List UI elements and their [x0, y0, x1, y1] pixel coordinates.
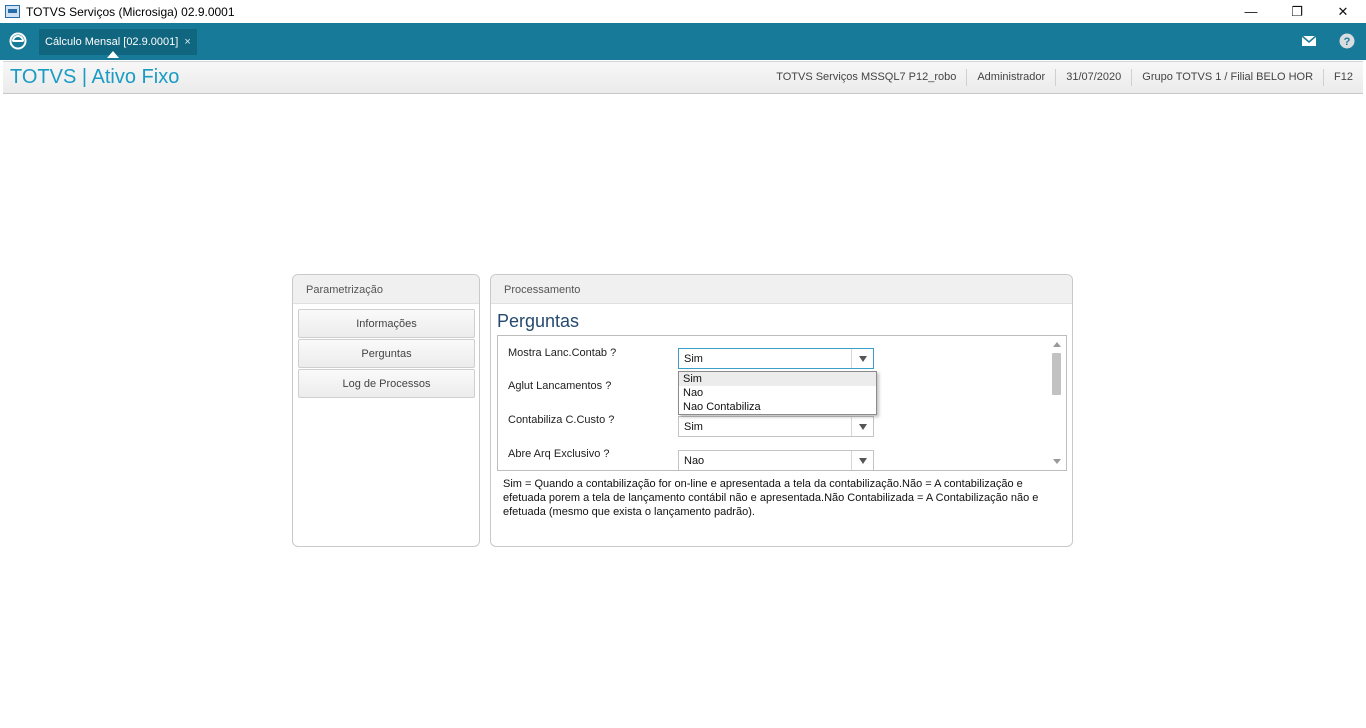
environment-info[interactable]: TOTVS Serviços MSSQL7 P12_robo	[766, 69, 966, 86]
processamento-title: Processamento	[491, 275, 1072, 304]
informacoes-button[interactable]: Informações	[298, 309, 475, 338]
dropdown-options: Sim Nao Nao Contabiliza	[678, 371, 877, 415]
tab-close-icon[interactable]: ×	[184, 36, 190, 48]
questions-scrollbar[interactable]	[1049, 336, 1066, 470]
window-titlebar: TOTVS Serviços (Microsiga) 02.9.0001 — ❐…	[0, 0, 1366, 23]
active-tab-indicator	[107, 51, 119, 58]
tab-bar: Cálculo Mensal [02.9.0001] × ?	[0, 23, 1366, 60]
select-value: Sim	[684, 353, 703, 365]
select-value: Nao	[684, 455, 705, 467]
module-title: TOTVS | Ativo Fixo	[10, 66, 180, 88]
parametrizacao-panel: Parametrização Informações Perguntas Log…	[292, 274, 480, 547]
scroll-up-icon[interactable]	[1053, 342, 1061, 347]
question-help-text: Sim = Quando a contabilização for on-lin…	[503, 478, 1039, 518]
mostra-lanc-contab-select[interactable]: Sim	[678, 348, 874, 369]
user-info[interactable]: Administrador	[966, 69, 1055, 86]
chevron-down-icon[interactable]	[851, 451, 873, 470]
tab-label: Cálculo Mensal [02.9.0001]	[45, 36, 179, 48]
module-header: TOTVS | Ativo Fixo TOTVS Serviços MSSQL7…	[3, 61, 1363, 94]
window-controls: — ❐ ✕	[1228, 0, 1366, 23]
abre-arq-exclusivo-select[interactable]: Nao	[678, 450, 874, 470]
shortcut-f12[interactable]: F12	[1323, 69, 1363, 86]
parametrizacao-title: Parametrização	[293, 275, 479, 304]
help-icon[interactable]: ?	[1338, 33, 1356, 49]
chevron-down-icon[interactable]	[851, 349, 873, 368]
scroll-down-icon[interactable]	[1053, 459, 1061, 464]
processamento-panel: Processamento Perguntas Mostra Lanc.Cont…	[490, 274, 1073, 547]
totvs-logo-icon[interactable]	[9, 32, 27, 50]
dropdown-option-nao[interactable]: Nao	[679, 386, 876, 400]
app-icon	[5, 5, 20, 18]
dropdown-option-sim[interactable]: Sim	[679, 372, 876, 386]
header-info: TOTVS Serviços MSSQL7 P12_robo Administr…	[766, 62, 1363, 93]
window-title: TOTVS Serviços (Microsiga) 02.9.0001	[26, 4, 235, 19]
contabiliza-c-custo-select[interactable]: Sim	[678, 416, 874, 437]
select-value: Sim	[684, 421, 703, 433]
company-info[interactable]: Grupo TOTVS 1 / Filial BELO HOR	[1131, 69, 1323, 86]
question-label: Abre Arq Exclusivo ?	[508, 448, 610, 460]
date-info[interactable]: 31/07/2020	[1055, 69, 1131, 86]
scroll-thumb[interactable]	[1052, 353, 1061, 395]
restore-button[interactable]: ❐	[1274, 0, 1320, 23]
perguntas-title: Perguntas	[497, 311, 580, 331]
question-label: Mostra Lanc.Contab ?	[508, 347, 617, 359]
mail-icon[interactable]	[1300, 33, 1318, 49]
svg-text:?: ?	[1344, 36, 1351, 48]
log-de-processos-button[interactable]: Log de Processos	[298, 369, 475, 398]
minimize-button[interactable]: —	[1228, 0, 1274, 23]
perguntas-button[interactable]: Perguntas	[298, 339, 475, 368]
question-label: Aglut Lancamentos ?	[508, 380, 612, 392]
chevron-down-icon[interactable]	[851, 417, 873, 436]
close-window-button[interactable]: ✕	[1320, 0, 1366, 23]
question-label: Contabiliza C.Custo ?	[508, 414, 615, 426]
dropdown-option-nao-contabiliza[interactable]: Nao Contabiliza	[679, 400, 876, 414]
questions-list: Mostra Lanc.Contab ? Sim Aglut Lancament…	[497, 335, 1067, 471]
